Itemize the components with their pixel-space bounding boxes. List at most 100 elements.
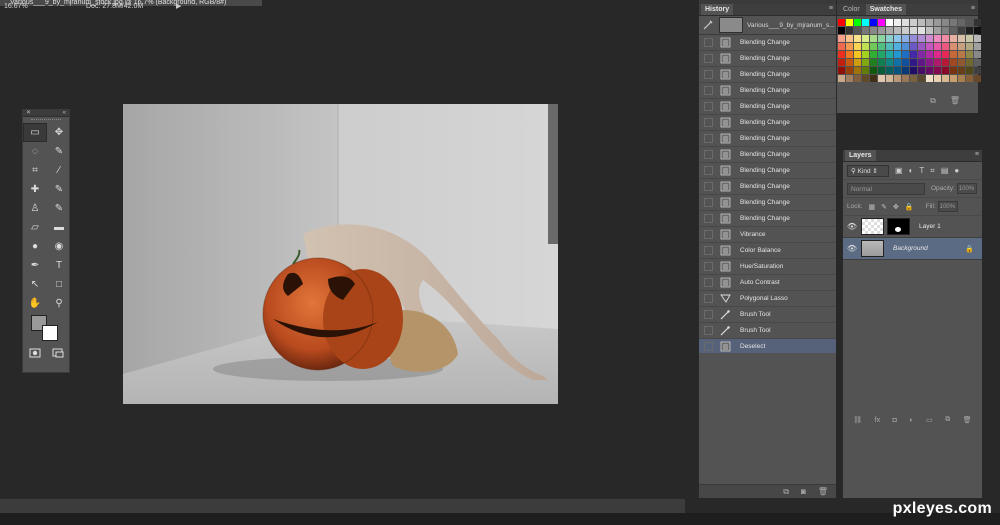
color-swatch[interactable]: [950, 43, 957, 50]
color-swatch[interactable]: [902, 27, 909, 34]
history-item[interactable]: Blending Change: [699, 35, 836, 51]
color-swatch[interactable]: [862, 67, 869, 74]
color-swatch[interactable]: [934, 19, 941, 26]
color-swatch[interactable]: [910, 27, 917, 34]
layer-mask-thumbnail[interactable]: [887, 218, 910, 235]
blur-tool[interactable]: ●: [23, 237, 47, 256]
color-swatch[interactable]: [862, 27, 869, 34]
color-swatch[interactable]: [910, 35, 917, 42]
color-swatch[interactable]: [942, 43, 949, 50]
clone-stamp-tool[interactable]: ♙: [23, 199, 47, 218]
color-swatch[interactable]: [918, 35, 925, 42]
group-folder-icon[interactable]: ▭: [926, 416, 933, 424]
color-swatch[interactable]: [974, 43, 981, 50]
color-swatch[interactable]: [894, 75, 901, 82]
color-swatch[interactable]: [926, 27, 933, 34]
new-swatch-icon[interactable]: ⧉: [930, 96, 936, 106]
color-swatch[interactable]: [958, 67, 965, 74]
color-swatch[interactable]: [846, 67, 853, 74]
tools-panel-header[interactable]: ✕ «: [23, 110, 69, 117]
color-swatch[interactable]: [926, 75, 933, 82]
color-swatch[interactable]: [838, 43, 845, 50]
color-swatch[interactable]: [926, 43, 933, 50]
history-brush-source-checkbox[interactable]: [704, 182, 713, 191]
color-swatch[interactable]: [918, 27, 925, 34]
color-swatch[interactable]: [846, 51, 853, 58]
color-swatch[interactable]: [902, 75, 909, 82]
color-swatch[interactable]: [870, 19, 877, 26]
color-swatch[interactable]: [942, 51, 949, 58]
color-swatch[interactable]: [918, 51, 925, 58]
color-swatch[interactable]: [950, 51, 957, 58]
color-swatch[interactable]: [854, 19, 861, 26]
history-brush-source-checkbox[interactable]: [704, 326, 713, 335]
history-item[interactable]: Blending Change: [699, 67, 836, 83]
color-swatch[interactable]: [910, 59, 917, 66]
color-swatch[interactable]: [894, 43, 901, 50]
color-swatch[interactable]: [838, 51, 845, 58]
color-swatch[interactable]: [870, 75, 877, 82]
color-swatch[interactable]: [966, 59, 973, 66]
history-item[interactable]: Brush Tool: [699, 323, 836, 339]
rectangular-marquee-tool[interactable]: ▭: [23, 123, 47, 142]
history-item[interactable]: Vibrance: [699, 227, 836, 243]
color-swatch[interactable]: [950, 67, 957, 74]
gradient-tool[interactable]: ▬: [47, 218, 71, 237]
fill-input[interactable]: 100%: [937, 201, 958, 212]
color-swatch[interactable]: [958, 27, 965, 34]
history-item[interactable]: Polygonal Lasso: [699, 291, 836, 307]
color-swatch[interactable]: [886, 27, 893, 34]
background-color-swatch[interactable]: [42, 325, 58, 341]
tab-history[interactable]: History: [701, 4, 734, 15]
new-layer-icon[interactable]: ⧉: [945, 416, 950, 424]
kind-filter-select[interactable]: ⚲ Kind ⇕: [847, 164, 889, 177]
color-swatch[interactable]: [838, 19, 845, 26]
add-mask-icon[interactable]: ◘: [893, 417, 897, 424]
color-swatch[interactable]: [910, 51, 917, 58]
color-swatch[interactable]: [942, 27, 949, 34]
color-swatch[interactable]: [950, 59, 957, 66]
filter-toggle-icon[interactable]: ●: [954, 166, 959, 175]
color-swatch[interactable]: [862, 51, 869, 58]
history-brush-source-icon[interactable]: [703, 20, 713, 30]
history-item[interactable]: Blending Change: [699, 147, 836, 163]
new-document-from-state-icon[interactable]: ⧉: [783, 487, 789, 497]
history-brush-source-checkbox[interactable]: [704, 118, 713, 127]
color-swatch[interactable]: [894, 27, 901, 34]
status-menu-arrow-icon[interactable]: ▶: [176, 2, 181, 10]
color-swatch[interactable]: [902, 19, 909, 26]
color-swatch[interactable]: [846, 59, 853, 66]
history-snapshot[interactable]: Various___9_by_mjranum_s...: [699, 16, 836, 35]
color-swatch[interactable]: [886, 75, 893, 82]
color-swatch[interactable]: [894, 35, 901, 42]
history-brush-source-checkbox[interactable]: [704, 86, 713, 95]
color-swatch[interactable]: [910, 43, 917, 50]
color-swatch[interactable]: [886, 43, 893, 50]
brush-tool[interactable]: ✎: [47, 180, 71, 199]
rectangle-shape-tool[interactable]: □: [47, 275, 71, 294]
color-swatch[interactable]: [902, 35, 909, 42]
color-swatch[interactable]: [902, 67, 909, 74]
color-swatch[interactable]: [894, 67, 901, 74]
history-brush-source-checkbox[interactable]: [704, 310, 713, 319]
color-swatch[interactable]: [918, 43, 925, 50]
color-swatch[interactable]: [902, 51, 909, 58]
color-swatch[interactable]: [974, 59, 981, 66]
color-swatch[interactable]: [886, 67, 893, 74]
history-brush-source-checkbox[interactable]: [704, 342, 713, 351]
color-swatch[interactable]: [958, 59, 965, 66]
history-brush-source-checkbox[interactable]: [704, 246, 713, 255]
color-swatch[interactable]: [878, 67, 885, 74]
color-swatch[interactable]: [894, 51, 901, 58]
layer-row-layer1[interactable]: 👁 Layer 1: [843, 216, 982, 238]
color-swatch[interactable]: [926, 67, 933, 74]
color-swatch[interactable]: [974, 19, 981, 26]
layer-name[interactable]: Background: [893, 245, 928, 252]
color-swatch[interactable]: [846, 35, 853, 42]
color-swatch[interactable]: [950, 75, 957, 82]
screen-mode-button[interactable]: [46, 343, 69, 363]
history-brush-source-checkbox[interactable]: [704, 70, 713, 79]
eraser-tool[interactable]: ▱: [23, 218, 47, 237]
camera-icon[interactable]: ◙: [801, 487, 806, 496]
tab-layers[interactable]: Layers: [845, 150, 876, 161]
